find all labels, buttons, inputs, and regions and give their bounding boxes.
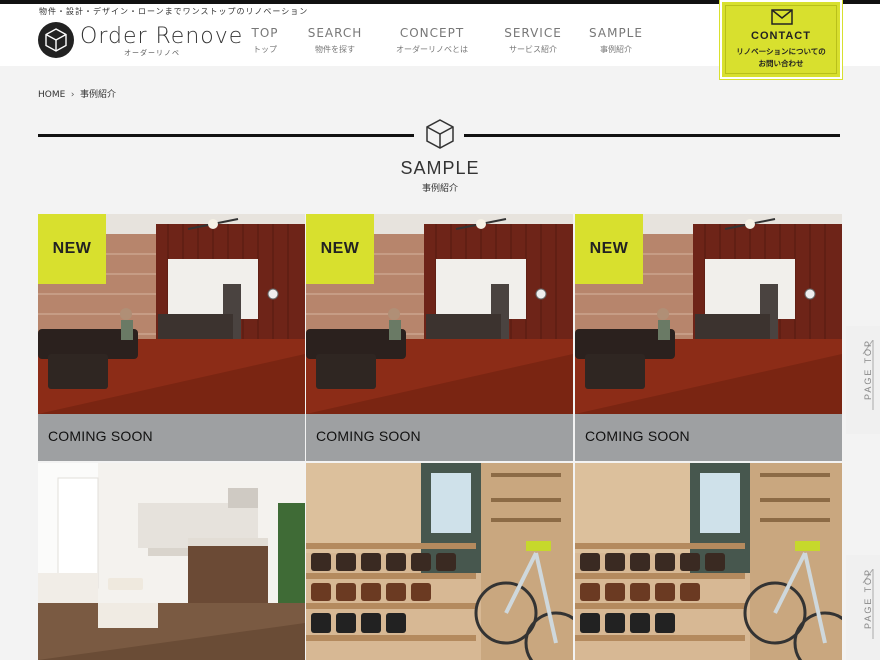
nav-item-sublabel: オーダーリノベとは: [396, 45, 468, 54]
new-badge: NEW: [575, 214, 643, 284]
logo-text[interactable]: Order Renove: [80, 24, 243, 49]
page-top-label: PAGE TOP: [863, 567, 873, 629]
nav-item-sample[interactable]: SAMPLE 事例紹介: [589, 26, 643, 55]
cube-icon: [426, 119, 454, 149]
breadcrumb-home-link[interactable]: HOME: [38, 90, 65, 100]
nav-item-top[interactable]: TOP トップ: [250, 26, 280, 55]
nav-item-label: TOP: [251, 26, 279, 40]
breadcrumb: HOME › 事例紹介: [38, 87, 116, 100]
card-caption: COMING SOON: [38, 414, 305, 461]
nav-item-sublabel: トップ: [253, 45, 277, 54]
sample-card[interactable]: [306, 463, 573, 660]
breadcrumb-separator: ›: [70, 90, 75, 100]
sample-card[interactable]: NEW COMING SOON: [306, 214, 573, 461]
sample-card[interactable]: NEW COMING SOON: [38, 214, 305, 461]
white-kitchen-photo: [38, 463, 305, 660]
nav-item-concept[interactable]: CONCEPT オーダーリノベとは: [390, 26, 474, 55]
contact-sublabel: リノベーションについての お問い合わせ: [736, 47, 826, 68]
page-top-button[interactable]: PAGE TOP: [846, 326, 880, 434]
section-divider-left: [38, 134, 414, 137]
page-subtitle: 事例紹介: [421, 184, 458, 194]
nav-item-label: SAMPLE: [589, 26, 643, 40]
section-divider-right: [464, 134, 840, 137]
card-caption-text: COMING SOON: [316, 428, 421, 444]
nav-item-label: CONCEPT: [399, 26, 465, 40]
page-top-button[interactable]: PAGE TOP: [846, 555, 880, 660]
nav-item-label: SERVICE: [504, 26, 562, 40]
nav-item-sublabel: サービス紹介: [509, 45, 557, 54]
sample-card[interactable]: NEW COMING SOON: [575, 214, 842, 461]
nav-item-search[interactable]: SEARCH 物件を探す: [307, 26, 363, 55]
card-caption: COMING SOON: [575, 414, 842, 461]
card-caption: COMING SOON: [306, 414, 573, 461]
logo-cube-icon[interactable]: [38, 22, 74, 58]
nav-item-sublabel: 物件を探す: [315, 45, 355, 54]
nav-item-sublabel: 事例紹介: [600, 45, 632, 54]
mail-icon: [771, 9, 793, 25]
page-title: SAMPLE: [400, 158, 480, 178]
card-caption-text: COMING SOON: [585, 428, 690, 444]
new-badge: NEW: [306, 214, 374, 284]
nav-item-label: SEARCH: [307, 26, 363, 40]
logo-subtitle: オーダーリノベ: [124, 49, 180, 57]
breadcrumb-current: 事例紹介: [79, 90, 116, 100]
contact-label: CONTACT: [751, 30, 811, 42]
card-caption-text: COMING SOON: [48, 428, 153, 444]
sample-card[interactable]: [575, 463, 842, 660]
header-tagline: 物件・設計・デザイン・ローンまでワンストップのリノベーション: [39, 7, 309, 16]
shoe-closet-photo: [306, 463, 573, 660]
page-top-label: PAGE TOP: [863, 338, 873, 400]
shoe-closet-photo: [575, 463, 842, 660]
nav-item-service[interactable]: SERVICE サービス紹介: [503, 26, 563, 55]
contact-button[interactable]: CONTACT リノベーションについての お問い合わせ: [719, 0, 843, 80]
new-badge: NEW: [38, 214, 106, 284]
sample-card[interactable]: [38, 463, 305, 660]
